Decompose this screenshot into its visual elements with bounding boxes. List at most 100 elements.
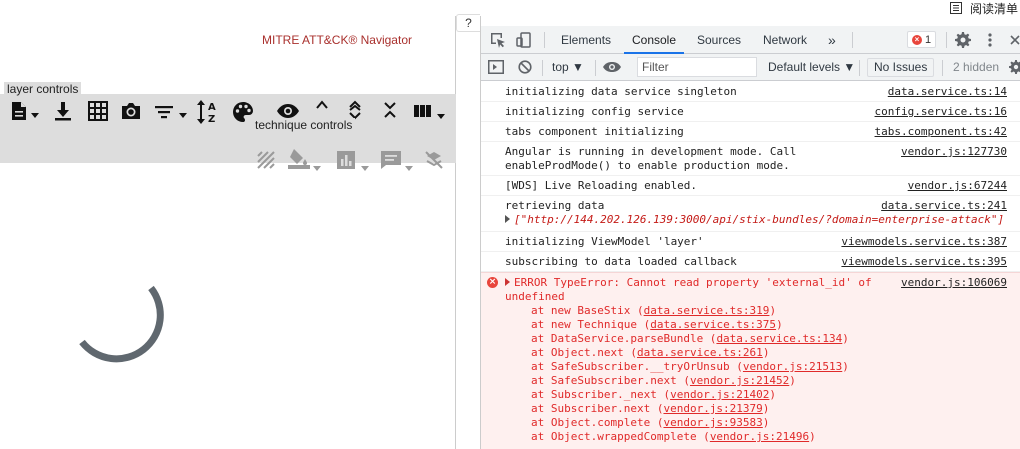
source-link[interactable]: vendor.js:67244 [908,179,1007,193]
sort-az-icon[interactable]: A Z [196,98,220,124]
message-text: initializing config service [505,105,684,118]
file-dropdown-icon[interactable] [10,101,28,121]
message-text: subscribing to data loaded callback [505,255,737,268]
source-link[interactable]: vendor.js:127730 [901,145,1007,159]
grid-icon[interactable] [88,101,108,121]
layout-dropdown-icon[interactable] [414,104,434,118]
expandable-array[interactable]: ["http://144.202.126.139:3000/api/stix-b… [505,213,1004,227]
source-link[interactable]: viewmodels.service.ts:395 [841,255,1007,269]
bookmark-bar: 阅读清单 [0,0,1020,16]
stack-frame: at new BaseStix (data.service.ts:319) [531,304,776,318]
default-levels-dropdown[interactable]: Default levels ▼ [768,54,855,81]
source-link[interactable]: viewmodels.service.ts:387 [841,235,1007,249]
tab-elements[interactable]: Elements [561,26,611,54]
context-selector[interactable]: top ▼ [552,54,584,81]
sidebar-toggle-icon[interactable] [488,60,504,74]
source-link[interactable]: config.service.ts:16 [875,105,1007,119]
disable-icon[interactable] [424,150,444,170]
collapse-icon[interactable] [383,100,397,120]
toolbar-divider [942,60,943,76]
frame-end: ) [776,318,783,331]
device-toolbar-icon[interactable] [516,32,532,48]
settings-gear-icon[interactable] [955,32,971,48]
reading-list-icon [949,2,962,14]
palette-icon[interactable] [232,101,254,123]
console-message: [WDS] Live Reloading enabled. vendor.js:… [481,176,1020,196]
download-icon[interactable] [54,101,72,121]
stack-frame: at Object.wrappedComplete (vendor.js:214… [531,430,816,444]
frame-call: at DataService.parseBundle ( [531,332,717,345]
error-count-label: 1 [925,33,932,46]
context-selector-label: top [552,60,569,74]
source-link[interactable]: vendor.js:106069 [901,276,1007,290]
frame-location-link[interactable]: data.service.ts:319 [644,304,770,317]
tab-network[interactable]: Network [763,26,807,54]
inspect-element-icon[interactable] [490,32,506,48]
error-icon: × [487,277,498,288]
chevron-down-icon [361,166,369,171]
frame-call: at SafeSubscriber.__tryOrUnsub ( [531,360,743,373]
console-message: initializing ViewModel 'layer' viewmodel… [481,232,1020,252]
stack-frame: at SafeSubscriber.next (vendor.js:21452) [531,374,796,388]
console-settings-gear-icon[interactable] [1009,60,1020,74]
frame-location-link[interactable]: vendor.js:93583 [663,416,762,429]
array-value: ["http://144.202.126.139:3000/api/stix-b… [514,213,1005,226]
expand-up-icon[interactable] [316,100,328,110]
frame-call: at Object.next ( [531,346,637,359]
frame-location-link[interactable]: vendor.js:21379 [663,402,762,415]
error-message[interactable]: ERROR TypeError: Cannot read property 'e… [505,276,872,304]
live-expression-eye-icon[interactable] [602,61,622,73]
kebab-menu-icon[interactable] [987,32,993,48]
frame-call: at Subscriber._next ( [531,388,671,401]
source-link[interactable]: data.service.ts:14 [888,85,1007,99]
frame-location-link[interactable]: data.service.ts:134 [716,332,842,345]
expand-vertical-icon[interactable] [348,100,362,120]
help-button[interactable]: ? [456,14,480,32]
layer-controls-tooltip: layer controls [4,82,82,96]
frame-location-link[interactable]: vendor.js:21513 [743,360,842,373]
error-icon: × [912,34,922,45]
frame-end: ) [769,304,777,317]
frame-call: at new Technique ( [531,318,651,331]
console-filter-input[interactable] [637,57,757,77]
eye-icon[interactable] [276,103,300,119]
frame-end: ) [762,346,770,359]
frame-location-link[interactable]: data.service.ts:261 [637,346,763,359]
expand-triangle-icon[interactable] [505,278,510,286]
frame-end: ) [809,430,816,443]
frame-location-link[interactable]: vendor.js:21402 [670,388,769,401]
error-count-badge[interactable]: × 1 [907,31,937,48]
frame-call: at new BaseStix ( [531,304,644,317]
deselect-icon[interactable] [256,150,276,170]
camera-icon[interactable] [120,101,142,121]
frame-location-link[interactable]: data.service.ts:375 [650,318,776,331]
frame-location-link[interactable]: vendor.js:21496 [710,430,809,443]
close-icon[interactable] [1009,34,1020,46]
fill-color-dropdown-icon[interactable] [288,147,310,169]
frame-end: ) [769,388,777,401]
console-message: Angular is running in development mode. … [481,142,1020,176]
frame-end: ) [762,416,770,429]
stack-frame: at new Technique (data.service.ts:375) [531,318,783,332]
navigator-toolbar: A Z [0,94,456,171]
toolbar-divider [542,60,543,76]
score-dropdown-icon[interactable] [336,150,356,170]
toolbar-divider [852,32,853,48]
console-message: initializing data service singleton data… [481,82,1020,102]
expand-triangle-icon[interactable] [505,215,510,223]
frame-location-link[interactable]: vendor.js:21452 [690,374,789,387]
issues-button[interactable]: No Issues [867,58,935,77]
frame-call: at Object.wrappedComplete ( [531,430,710,443]
reading-list-button[interactable]: 阅读清单 [949,0,1018,16]
source-link[interactable]: data.service.ts:241 [881,199,1007,213]
more-tabs-button[interactable]: » [828,26,836,54]
tab-console[interactable]: Console [624,26,684,54]
comment-dropdown-icon[interactable] [380,150,402,170]
tab-sources[interactable]: Sources [697,26,741,54]
toolbar-divider [946,32,947,48]
clear-console-icon[interactable] [518,60,532,74]
message-text: retrieving data [505,199,605,212]
console-message: initializing config service config.servi… [481,102,1020,122]
filter-dropdown-icon[interactable] [154,103,176,121]
source-link[interactable]: tabs.component.ts:42 [875,125,1007,139]
